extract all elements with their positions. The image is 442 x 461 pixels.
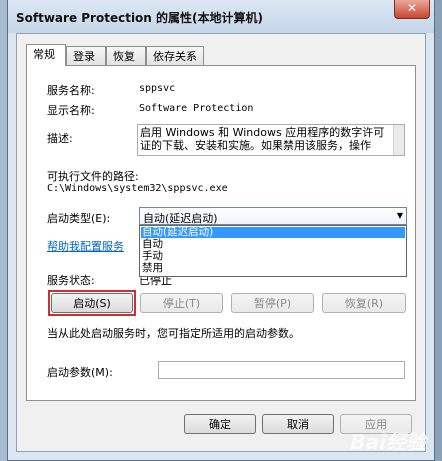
start-button-highlight	[48, 290, 136, 316]
startup-option-auto-delayed[interactable]: 自动(延迟启动)	[141, 227, 405, 238]
tab-dependencies[interactable]: 依存关系	[146, 46, 204, 65]
service-name-value: sppsvc	[139, 83, 176, 94]
service-name-label: 服务名称:	[47, 84, 95, 97]
startup-type-label: 启动类型(E):	[47, 212, 111, 225]
tab-logon[interactable]: 登录	[66, 46, 106, 65]
startup-type-dropdown: 自动(延迟启动) 自动 手动 禁用	[139, 225, 407, 277]
close-icon: ✕	[406, 1, 418, 15]
cancel-button[interactable]: 取消	[262, 414, 334, 434]
start-params-hint: 当从此处启动服务时，您可指定所适用的启动参数。	[47, 327, 300, 340]
start-params-input[interactable]	[158, 361, 405, 379]
tab-general[interactable]: 常规	[26, 44, 66, 66]
description-text: 启用 Windows 和 Windows 应用程序的数字许可证的下载、安装和实施…	[140, 126, 385, 152]
path-label: 可执行文件的路径:	[47, 170, 139, 183]
title-bar[interactable]: Software Protection 的属性(本地计算机) ✕	[8, 0, 434, 33]
stop-button[interactable]: 停止(T)	[140, 293, 223, 313]
display-name-label: 显示名称:	[47, 104, 95, 117]
window-title: Software Protection 的属性(本地计算机)	[16, 11, 263, 25]
startup-option-manual[interactable]: 手动	[141, 251, 405, 262]
path-value: C:\Windows\system32\sppsvc.exe	[47, 183, 228, 194]
startup-option-disabled[interactable]: 禁用	[141, 263, 405, 274]
help-configure-link[interactable]: 帮助我配置服务	[47, 238, 124, 254]
start-params-label: 启动参数(M):	[47, 366, 113, 379]
startup-type-value: 自动(延迟启动)	[143, 212, 218, 225]
ok-button[interactable]: 确定	[184, 414, 256, 434]
pause-button[interactable]: 暂停(P)	[231, 293, 314, 313]
display-name-value: Software Protection	[139, 103, 254, 114]
properties-dialog: Software Protection 的属性(本地计算机) ✕ 常规 登录 恢…	[7, 0, 435, 461]
resume-button[interactable]: 恢复(R)	[322, 293, 406, 313]
close-button[interactable]: ✕	[394, 0, 430, 19]
description-scrollbar[interactable]	[393, 125, 404, 155]
startup-type-select[interactable]: 自动(延迟启动) ▼	[139, 207, 407, 225]
description-box[interactable]: 启用 Windows 和 Windows 应用程序的数字许可证的下载、安装和实施…	[137, 124, 405, 156]
dropdown-arrow-icon: ▼	[396, 211, 403, 220]
tab-recovery[interactable]: 恢复	[106, 46, 146, 65]
description-label: 描述:	[47, 132, 73, 145]
startup-option-auto[interactable]: 自动	[141, 239, 405, 250]
service-status-label: 服务状态:	[47, 274, 95, 287]
general-panel: 服务名称: sppsvc 显示名称: Software Protection 描…	[26, 65, 416, 401]
watermark-logo: Bai经验	[350, 430, 426, 454]
